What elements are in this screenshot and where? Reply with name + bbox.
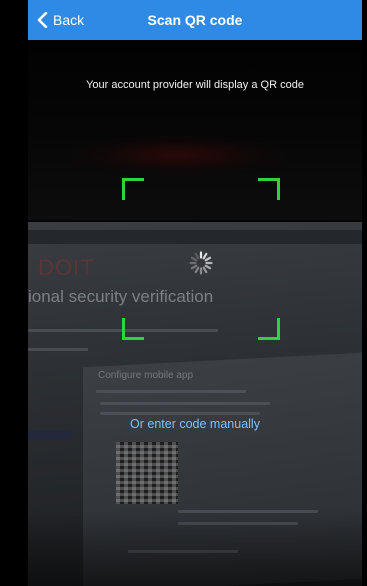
right-edge-shadow [362,0,367,586]
chevron-left-icon [37,12,48,28]
activity-spinner-icon [189,251,213,275]
back-button[interactable]: Back [36,0,84,40]
scan-instruction: Your account provider will display a QR … [86,79,304,91]
camera-qr-code-image [116,442,178,504]
left-edge-shadow [0,0,28,586]
camera-sidebar-item [28,430,73,440]
viewfinder-corner-top-right [258,178,280,200]
enter-code-manually-button[interactable]: Or enter code manually [28,417,362,431]
camera-bottom-shade [28,510,362,586]
camera-text-line [96,390,246,393]
viewfinder-corner-bottom-left [122,318,144,340]
camera-logo-text: DOIT [38,255,95,280]
navigation-bar: Back Scan QR code [28,0,362,40]
viewfinder-corner-bottom-right [258,318,280,340]
camera-text-line [100,412,260,415]
viewfinder-corner-top-left [122,178,144,200]
back-label: Back [53,12,85,28]
camera-red-glare [68,135,288,175]
camera-text-line [28,348,88,351]
camera-doc-title: Configure mobile app [98,370,194,381]
app-screen: DOIT ional security verification Configu… [0,0,367,586]
camera-text-line [100,402,270,405]
